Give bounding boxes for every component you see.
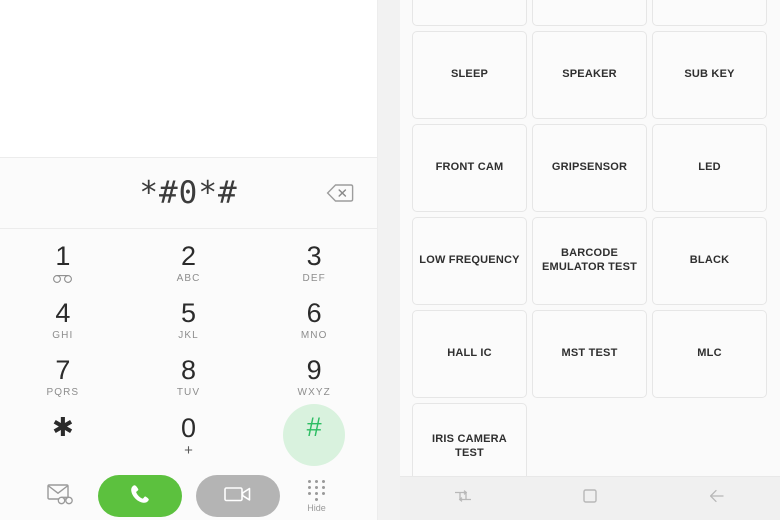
recents-icon <box>453 488 473 509</box>
key-letters: DEF <box>302 272 326 284</box>
test-button-sleep[interactable]: SLEEP <box>412 31 527 119</box>
panel-divider <box>378 0 400 520</box>
key-digit: 4 <box>55 297 71 328</box>
key-letters: JKL <box>178 329 199 341</box>
hardware-test-screen: SLEEP SPEAKER SUB KEY FRONT CAM GRIPSENS… <box>400 0 780 520</box>
video-message-button[interactable] <box>38 482 84 511</box>
phone-handset-icon <box>128 482 152 511</box>
test-button-label: IRIS CAMERA TEST <box>432 433 507 459</box>
key-letters: MNO <box>300 329 328 341</box>
dialpad-key-3[interactable]: 3 DEF <box>251 235 377 292</box>
key-digit: 3 <box>306 240 322 271</box>
recents-button[interactable] <box>433 477 493 520</box>
test-button-grid: SLEEP SPEAKER SUB KEY FRONT CAM GRIPSENS… <box>400 0 780 491</box>
dialpad-key-0[interactable]: 0 + <box>126 406 252 463</box>
dialpad-key-7[interactable]: 7 PQRS <box>0 349 126 406</box>
test-button[interactable] <box>532 0 647 26</box>
test-button-label: GRIPSENSOR <box>551 161 628 174</box>
key-plus: + <box>184 442 193 459</box>
call-button[interactable] <box>97 475 182 517</box>
dialpad-row: 7 PQRS 8 TUV 9 WXYZ <box>0 349 377 406</box>
home-square-icon <box>581 487 599 510</box>
key-digit: 0 <box>180 413 197 443</box>
test-button-label: BLACK <box>689 254 730 267</box>
call-log-area[interactable] <box>0 0 377 158</box>
test-button-mlc[interactable]: MLC <box>652 310 767 398</box>
dialer-action-bar: Hide <box>0 465 377 520</box>
key-digit: 9 <box>306 354 322 385</box>
dialpad-row: 1 2 ABC 3 DEF <box>0 235 377 292</box>
dialpad-row: 4 GHI 5 JKL 6 MNO <box>0 292 377 349</box>
dialpad-key-6[interactable]: 6 MNO <box>251 292 377 349</box>
screenshot-root: *#0*# 1 2 ABC 3 DEF 4 GHI 5 JKL 6 MNO 7 … <box>0 0 780 520</box>
key-digit: 5 <box>180 297 197 328</box>
test-button-low-frequency[interactable]: LOW FREQUENCY <box>412 217 527 305</box>
video-camera-icon <box>223 484 253 509</box>
dialpad-key-1[interactable]: 1 <box>0 235 126 292</box>
key-digit: 8 <box>180 354 197 385</box>
test-button-label: SPEAKER <box>562 68 617 81</box>
test-button-hall-ic[interactable]: HALL IC <box>412 310 527 398</box>
key-digit: 6 <box>306 297 322 328</box>
dialpad: 1 2 ABC 3 DEF 4 GHI 5 JKL 6 MNO 7 PQRS 8… <box>0 229 377 466</box>
test-button-label: FRONT CAM <box>435 161 504 174</box>
video-message-icon <box>46 482 76 511</box>
test-button-label: MST TEST <box>561 347 618 360</box>
dialpad-key-4[interactable]: 4 GHI <box>0 292 126 349</box>
test-button-label: SLEEP <box>450 68 489 81</box>
dialpad-row: ✱ 0 + # <box>0 403 377 466</box>
dialpad-key-8[interactable]: 8 TUV <box>126 349 252 406</box>
test-button-mst-test[interactable]: MST TEST <box>532 310 647 398</box>
back-button[interactable] <box>687 477 747 520</box>
dialpad-key-5[interactable]: 5 JKL <box>126 292 252 349</box>
test-button-label: SUB KEY <box>684 68 735 81</box>
key-letters: PQRS <box>46 386 80 398</box>
keypad-dots-icon <box>307 479 326 501</box>
test-button-label: BARCODE EMULATOR TEST <box>541 247 638 273</box>
back-arrow-icon <box>707 487 727 510</box>
backspace-icon[interactable] <box>325 182 355 204</box>
key-letters: GHI <box>52 329 74 341</box>
dial-number-display[interactable]: *#0*# <box>0 158 377 229</box>
test-button[interactable] <box>412 0 527 26</box>
dialpad-key-star[interactable]: ✱ <box>0 406 126 463</box>
dialpad-key-hash[interactable]: # <box>251 403 377 466</box>
test-button-label: MLC <box>697 347 722 360</box>
phone-dialer-screen: *#0*# 1 2 ABC 3 DEF 4 GHI 5 JKL 6 MNO 7 … <box>0 0 378 520</box>
test-button-led[interactable]: LED <box>652 124 767 212</box>
hide-keypad-button[interactable]: Hide <box>294 479 340 513</box>
key-letters: ABC <box>176 272 201 284</box>
key-letters: WXYZ <box>297 386 331 398</box>
test-button-sub-key[interactable]: SUB KEY <box>652 31 767 119</box>
dialpad-key-9[interactable]: 9 WXYZ <box>251 349 377 406</box>
key-digit: ✱ <box>51 412 74 442</box>
video-call-button[interactable] <box>195 475 280 517</box>
dialpad-key-2[interactable]: 2 ABC <box>126 235 252 292</box>
key-digit: 7 <box>55 354 71 385</box>
test-button-label: HALL IC <box>447 347 492 360</box>
android-navigation-bar <box>400 476 780 520</box>
hide-keypad-label: Hide <box>307 502 326 513</box>
key-digit: 2 <box>180 240 197 271</box>
voicemail-icon <box>52 274 74 285</box>
test-button-front-cam[interactable]: FRONT CAM <box>412 124 527 212</box>
key-digit: 1 <box>55 240 71 271</box>
key-letters: TUV <box>176 386 201 398</box>
test-button-black[interactable]: BLACK <box>652 217 767 305</box>
test-button-barcode-emulator[interactable]: BARCODE EMULATOR TEST <box>532 217 647 305</box>
test-button-label: LED <box>698 161 721 174</box>
home-button[interactable] <box>560 477 620 520</box>
dialed-number-text: *#0*# <box>139 174 238 211</box>
test-button-gripsensor[interactable]: GRIPSENSOR <box>532 124 647 212</box>
key-digit: # <box>306 411 322 442</box>
test-button-label: LOW FREQUENCY <box>419 254 520 267</box>
test-button-speaker[interactable]: SPEAKER <box>532 31 647 119</box>
test-button[interactable] <box>652 0 767 26</box>
